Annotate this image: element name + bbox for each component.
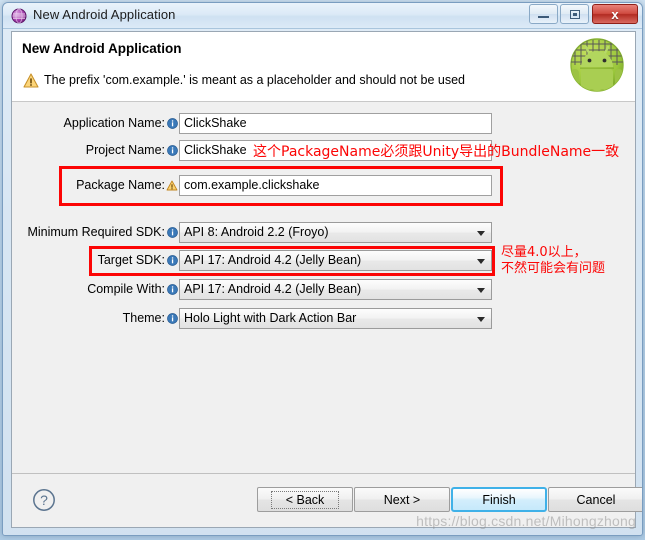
dialog-footer: ? < Back Next > Finish Cancel <box>12 473 642 527</box>
minimize-button[interactable] <box>529 4 558 24</box>
label-theme: Theme: <box>122 311 165 325</box>
field-row-minimum-sdk: Minimum Required SDK: API 8: Android 2.2… <box>12 221 635 243</box>
info-icon[interactable] <box>165 117 179 129</box>
compile-with-select[interactable]: API 17: Android 4.2 (Jelly Bean) <box>179 278 492 300</box>
svg-text:?: ? <box>40 492 48 508</box>
finish-button-label: Finish <box>482 492 516 507</box>
annotation-target-sdk-line1: 尽量4.0以上， <box>501 245 587 260</box>
target-sdk-value: API 17: Android 4.2 (Jelly Bean) <box>184 252 362 267</box>
close-button[interactable]: x <box>592 4 638 24</box>
cancel-button[interactable]: Cancel <box>548 487 642 512</box>
close-icon: x <box>611 6 619 22</box>
chevron-down-icon <box>477 230 485 236</box>
eclipse-sphere-icon <box>11 8 27 24</box>
title-bar[interactable]: New Android Application x <box>3 3 642 29</box>
android-robot-logo <box>570 38 624 92</box>
next-button[interactable]: Next > <box>354 487 450 512</box>
info-icon[interactable] <box>165 226 179 238</box>
minimum-sdk-value: API 8: Android 2.2 (Froyo) <box>184 224 329 239</box>
compile-with-value: API 17: Android 4.2 (Jelly Bean) <box>184 281 362 296</box>
warning-triangle-icon <box>23 73 39 88</box>
help-question-icon[interactable]: ? <box>32 488 56 512</box>
info-icon[interactable] <box>165 283 179 295</box>
annotation-package-name: 这个PackageName必须跟Unity导出的BundleName一致 <box>253 144 620 160</box>
field-row-package-name: Package Name: com.example.clickshake <box>12 174 635 196</box>
dialog-body: New Android Application The prefix 'com.… <box>11 31 642 528</box>
label-project-name: Project Name: <box>85 143 165 157</box>
theme-value: Holo Light with Dark Action Bar <box>184 310 357 325</box>
application-name-input[interactable]: ClickShake <box>179 112 492 134</box>
label-compile-with: Compile With: <box>87 282 165 296</box>
field-row-application-name: Application Name: ClickShake <box>12 112 635 134</box>
field-row-theme: Theme: Holo Light with Dark Action Bar <box>12 307 635 329</box>
next-button-label: Next > <box>383 492 421 507</box>
back-button[interactable]: < Back <box>257 487 353 512</box>
warning-message: The prefix 'com.example.' is meant as a … <box>44 73 465 87</box>
minimum-sdk-select[interactable]: API 8: Android 2.2 (Froyo) <box>179 221 492 243</box>
maximize-button[interactable] <box>560 4 589 24</box>
info-icon[interactable] <box>165 144 179 156</box>
info-icon[interactable] <box>165 312 179 324</box>
label-application-name: Application Name: <box>63 116 165 130</box>
annotation-target-sdk-line2: 不然可能会有问题 <box>501 261 606 276</box>
theme-select[interactable]: Holo Light with Dark Action Bar <box>179 307 492 329</box>
package-name-input[interactable]: com.example.clickshake <box>179 174 492 196</box>
chevron-down-icon <box>477 316 485 322</box>
info-icon[interactable] <box>165 254 179 266</box>
wizard-banner: New Android Application The prefix 'com.… <box>12 32 635 102</box>
finish-button[interactable]: Finish <box>451 487 547 512</box>
label-target-sdk: Target SDK: <box>97 253 165 267</box>
label-package-name: Package Name: <box>76 178 165 192</box>
chevron-down-icon <box>477 258 485 264</box>
field-row-compile-with: Compile With: API 17: Android 4.2 (Jelly… <box>12 278 635 300</box>
chevron-down-icon <box>477 287 485 293</box>
label-minimum-sdk: Minimum Required SDK: <box>27 225 165 239</box>
page-title: New Android Application <box>22 41 182 56</box>
target-sdk-select[interactable]: API 17: Android 4.2 (Jelly Bean) <box>179 249 492 271</box>
back-button-label: < Back <box>270 490 340 509</box>
window-title: New Android Application <box>33 7 176 22</box>
dialog-window: New Android Application x New Android Ap… <box>2 2 643 536</box>
annotation-target-sdk: 尽量4.0以上， 不然可能会有问题 <box>501 245 605 277</box>
warning-icon[interactable] <box>165 180 179 191</box>
cancel-button-label: Cancel <box>576 492 616 507</box>
